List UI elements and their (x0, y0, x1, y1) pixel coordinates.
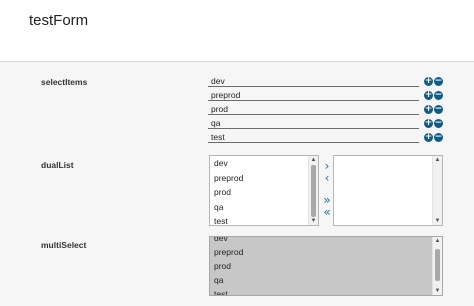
multiselect-label: multiSelect (41, 240, 87, 250)
list-item[interactable]: qa (210, 273, 442, 287)
minus-circle-icon[interactable]: − (434, 119, 443, 128)
list-item[interactable]: dev (210, 156, 318, 171)
list-item[interactable]: test (210, 287, 442, 295)
minus-circle-icon[interactable]: − (434, 91, 443, 100)
selectitems-label: selectItems (41, 77, 88, 87)
scroll-up-icon[interactable]: ▲ (433, 156, 442, 164)
minus-circle-icon[interactable]: − (434, 77, 443, 86)
scroll-down-icon[interactable]: ▼ (309, 217, 318, 225)
minus-circle-icon[interactable]: − (434, 133, 443, 142)
scroll-up-icon[interactable]: ▲ (309, 156, 318, 164)
multiselect-scrollbar[interactable]: ▲ ▼ (432, 237, 442, 295)
duallist-available-list[interactable]: dev preprod prod qa test ▲ ▼ (209, 155, 319, 226)
selectitems-value: preprod (211, 90, 241, 100)
scroll-up-icon[interactable]: ▲ (433, 237, 442, 245)
selectitems-value: qa (211, 118, 221, 128)
duallist-selected-list[interactable]: ▲ ▼ (333, 155, 443, 226)
selectitems-row[interactable]: dev (208, 75, 419, 87)
scrollbar-thumb[interactable] (311, 165, 316, 217)
selectitems-value: test (211, 132, 225, 142)
selectitems-row[interactable]: qa (208, 117, 419, 129)
form-header: testForm (0, 0, 474, 62)
form-title: testForm (29, 12, 89, 29)
plus-circle-icon[interactable]: + (424, 119, 433, 128)
selectitems-row[interactable]: test (208, 131, 419, 143)
plus-circle-icon[interactable]: + (424, 77, 433, 86)
duallist-selected-scrollbar[interactable]: ▲ ▼ (432, 156, 442, 225)
selectitems-row[interactable]: prod (208, 103, 419, 115)
list-item[interactable]: prod (210, 185, 318, 200)
scrollbar-thumb[interactable] (435, 249, 440, 281)
duallist-label: dualList (41, 160, 74, 170)
plus-circle-icon[interactable]: + (424, 133, 433, 142)
list-item[interactable]: dev (210, 237, 442, 245)
list-item[interactable]: prod (210, 259, 442, 273)
duallist-available-scrollbar[interactable]: ▲ ▼ (308, 156, 318, 225)
list-item[interactable]: preprod (210, 245, 442, 259)
scroll-down-icon[interactable]: ▼ (433, 287, 442, 295)
list-item[interactable]: preprod (210, 171, 318, 186)
list-item[interactable]: test (210, 214, 318, 225)
multiselect-list[interactable]: dev preprod prod qa test ▲ ▼ (209, 236, 443, 296)
move-left-button[interactable]: ‹ (321, 172, 333, 184)
selectitems-row[interactable]: preprod (208, 89, 419, 101)
plus-circle-icon[interactable]: + (424, 105, 433, 114)
move-all-left-button[interactable]: « (321, 206, 333, 218)
selectitems-value: dev (211, 76, 225, 86)
scroll-down-icon[interactable]: ▼ (433, 217, 442, 225)
list-item[interactable]: qa (210, 200, 318, 215)
selectitems-value: prod (211, 104, 229, 114)
plus-circle-icon[interactable]: + (424, 91, 433, 100)
minus-circle-icon[interactable]: − (434, 105, 443, 114)
